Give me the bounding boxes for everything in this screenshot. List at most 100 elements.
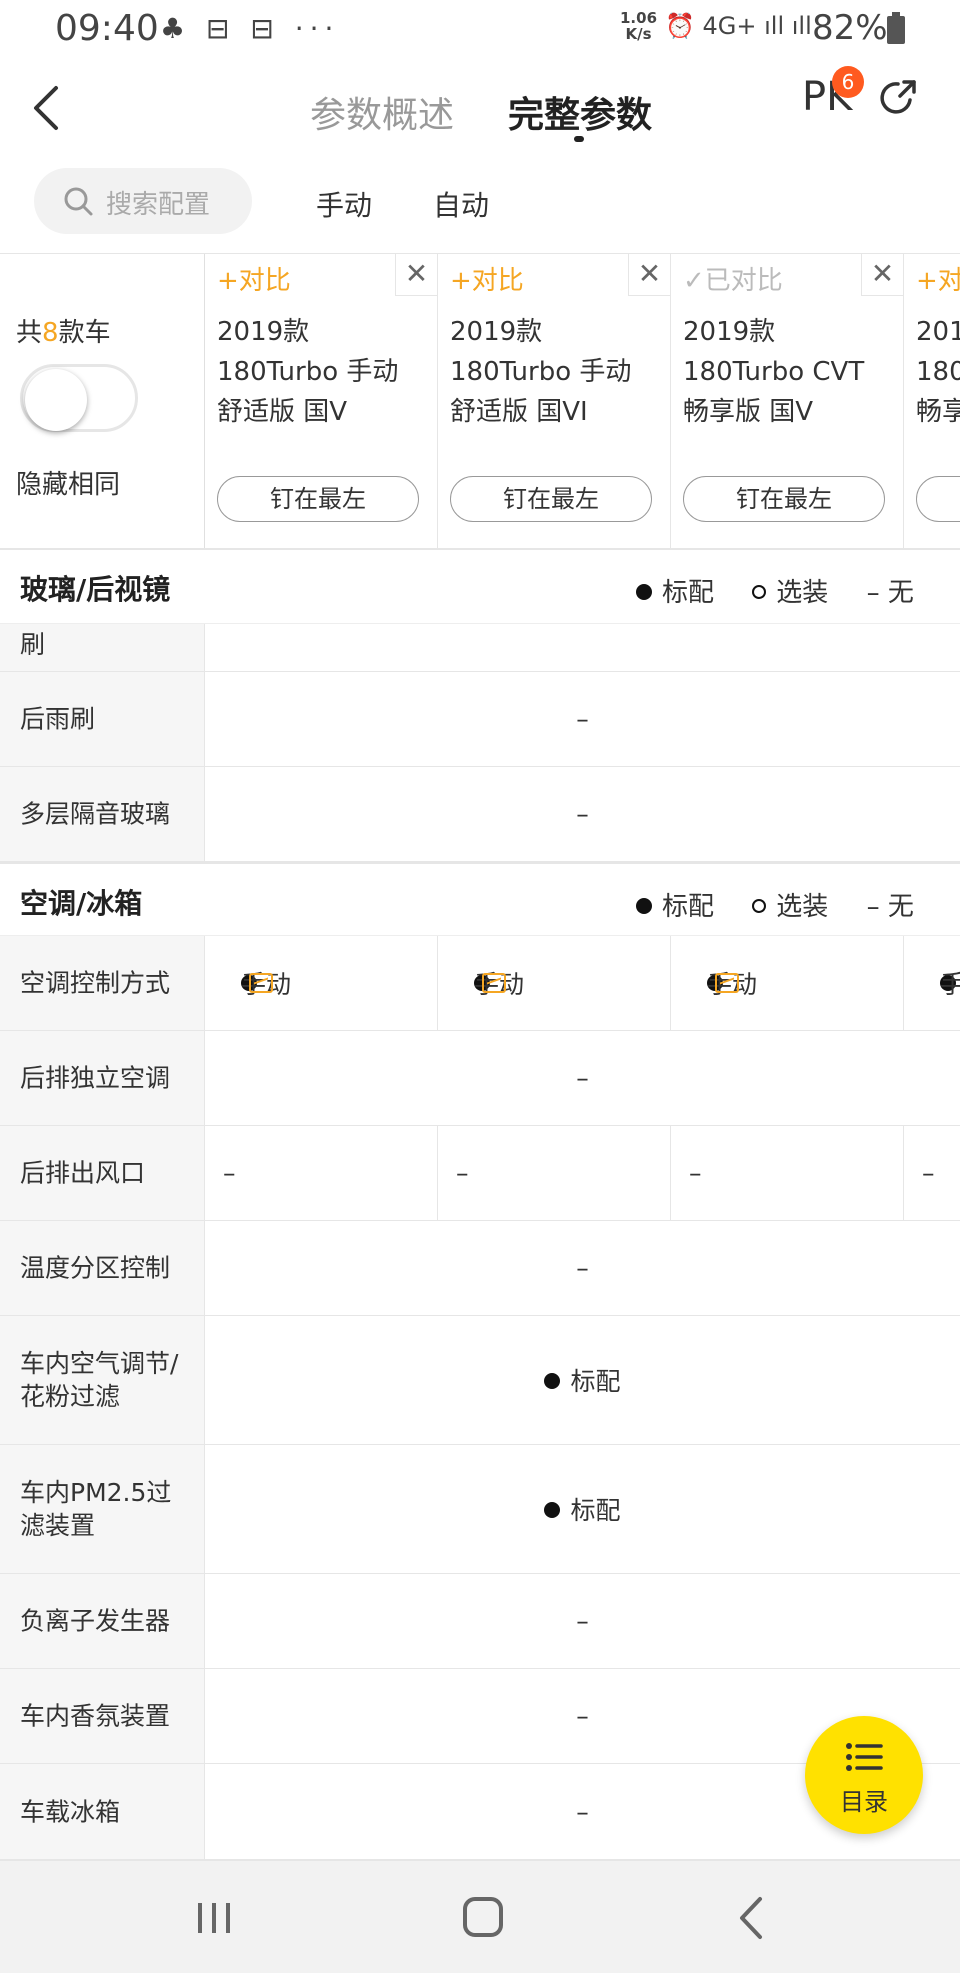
- row-label: 空调控制方式: [0, 936, 205, 1030]
- close-icon[interactable]: ✕: [861, 254, 903, 296]
- table-row: 后雨刷 –: [0, 672, 960, 767]
- row-value-text: 标配: [570, 1496, 621, 1525]
- back-nav-icon[interactable]: [722, 1891, 782, 1945]
- home-icon[interactable]: [453, 1891, 513, 1945]
- pin-left-button[interactable]: 钉在最左: [683, 476, 885, 522]
- status-bar: 09:40 ♣ ⊟ ⊟ ··· 1.06 K/s ⏰ 4G+ ıll ıll 8…: [0, 0, 960, 58]
- car-header: 共8款车 隐藏相同 +对比 ✕ 2019款 180Turbo 手动 舒适版 国V…: [0, 254, 960, 550]
- section-title: 玻璃/后视镜: [20, 573, 171, 606]
- cell-value: –: [922, 1158, 935, 1188]
- car-count-number: 8: [42, 318, 59, 348]
- car-name: 2019款 180Turbo 手动 舒适版 国V: [217, 317, 399, 427]
- table-row: 刷: [0, 624, 960, 672]
- table-row: 车内空气调节/花粉过滤 标配: [0, 1316, 960, 1445]
- share-icon[interactable]: [880, 78, 920, 118]
- network-speed: 1.06 K/s: [620, 10, 657, 42]
- car-name: 2019款 180Turbo 手动 舒适版 国VI: [450, 317, 632, 427]
- filter-row: 搜索配置 手动 自动: [0, 158, 960, 254]
- add-compare-button[interactable]: +对比: [217, 260, 291, 297]
- row-label: 车内香氛装置: [0, 1669, 205, 1763]
- status-time: 09:40: [55, 8, 159, 49]
- cell-value: –: [223, 1158, 236, 1188]
- car-name: 2019款 180Turbo CVT 畅享版 国V: [683, 317, 865, 427]
- table-row: 后排出风口 – – – –: [0, 1126, 960, 1221]
- row-label-text: 后排独立空调: [20, 1063, 171, 1093]
- legend: 标配 选装 – 无: [636, 572, 914, 609]
- section-title: 空调/冰箱: [20, 887, 143, 920]
- pin-left-button[interactable]: [916, 476, 960, 522]
- pin-left-button[interactable]: 钉在最左: [450, 476, 652, 522]
- standard-dot-icon: [544, 1502, 561, 1518]
- row-label-text: 刷: [20, 630, 46, 659]
- row-cell: –: [671, 1126, 904, 1220]
- row-cell: 手动: [438, 936, 671, 1030]
- close-icon[interactable]: ✕: [395, 254, 437, 296]
- legend-none: – 无: [866, 892, 914, 922]
- filter-auto[interactable]: 自动: [433, 184, 489, 224]
- tab-full-params[interactable]: 完整参数: [508, 86, 652, 138]
- network-speed-value: 1.06: [620, 9, 658, 27]
- image-icon[interactable]: [715, 973, 739, 993]
- network-speed-unit: K/s: [625, 25, 652, 43]
- row-cell: –: [438, 1126, 671, 1220]
- pin-left-button[interactable]: 钉在最左: [217, 476, 419, 522]
- back-arrow-icon[interactable]: [26, 80, 66, 136]
- hide-same-toggle[interactable]: [20, 364, 138, 432]
- section-header-glass: 玻璃/后视镜 标配 选装 – 无: [0, 550, 960, 624]
- search-placeholder: 搜索配置: [106, 190, 211, 220]
- recent-apps-icon[interactable]: [184, 1891, 244, 1945]
- row-label-text: 负离子发生器: [20, 1606, 171, 1636]
- row-value: –: [576, 1606, 589, 1636]
- row-label-text: 车内空气调节/花粉过滤: [20, 1349, 179, 1411]
- search-input[interactable]: 搜索配置: [34, 168, 252, 234]
- image-icon[interactable]: [482, 973, 506, 993]
- row-label-text: 车载冰箱: [20, 1797, 121, 1826]
- row-value: –: [576, 704, 589, 734]
- battery-percentage: 82%: [812, 8, 888, 48]
- list-icon: [846, 1743, 883, 1771]
- row-label-text: 后排出风口: [20, 1158, 146, 1188]
- table-row: 温度分区控制 –: [0, 1221, 960, 1316]
- car-count: 共8款车: [16, 312, 111, 349]
- top-header: 参数概述 完整参数 PK 6: [0, 58, 960, 158]
- cell-value: –: [689, 1158, 702, 1188]
- cell-value: –: [456, 1158, 469, 1188]
- table-row: 车内PM2.5过滤装置 标配: [0, 1445, 960, 1574]
- filter-manual[interactable]: 手动: [316, 184, 372, 224]
- row-label-text: 空调控制方式: [20, 968, 171, 998]
- legend-standard: 标配: [662, 578, 715, 608]
- car-column: +对 201 180 畅享: [904, 254, 960, 548]
- row-label: 车内PM2.5过滤装置: [0, 1445, 205, 1573]
- row-label-text: 温度分区控制: [20, 1253, 171, 1283]
- row-cell: 手: [904, 936, 960, 1030]
- catalog-label: 目录: [840, 1788, 888, 1816]
- battery-icon: [887, 12, 905, 44]
- compared-button[interactable]: ✓已对比: [683, 260, 783, 297]
- row-label: 车内空气调节/花粉过滤: [0, 1316, 205, 1444]
- row-value: 标配: [205, 1362, 960, 1398]
- row-label: 后雨刷: [0, 672, 205, 766]
- standard-dot-icon: [636, 897, 652, 914]
- row-label: 刷: [0, 624, 205, 671]
- row-cell: –: [904, 1126, 960, 1220]
- car-count-suffix: 款车: [58, 318, 111, 348]
- add-compare-button[interactable]: +对比: [450, 260, 524, 297]
- tab-overview[interactable]: 参数概述: [310, 86, 454, 138]
- table-row: 负离子发生器 –: [0, 1574, 960, 1669]
- legend-optional: 选装: [776, 578, 829, 608]
- car-count-prefix: 共: [16, 318, 43, 348]
- car-name: 201 180 畅享: [916, 317, 960, 427]
- row-label: 后排独立空调: [0, 1031, 205, 1125]
- row-label-text: 车内香氛装置: [20, 1701, 171, 1731]
- image-icon[interactable]: [249, 973, 273, 993]
- close-icon[interactable]: ✕: [628, 254, 670, 296]
- catalog-button[interactable]: 目录: [805, 1716, 923, 1834]
- row-label: 温度分区控制: [0, 1221, 205, 1315]
- system-nav-bar: [0, 1860, 960, 1973]
- row-label: 后排出风口: [0, 1126, 205, 1220]
- table-row: 后排独立空调 –: [0, 1031, 960, 1126]
- add-compare-button[interactable]: +对: [916, 260, 960, 297]
- row-cell: 手动: [205, 936, 438, 1030]
- optional-ring-icon: [752, 898, 767, 913]
- table-row: 多层隔音玻璃 –: [0, 767, 960, 862]
